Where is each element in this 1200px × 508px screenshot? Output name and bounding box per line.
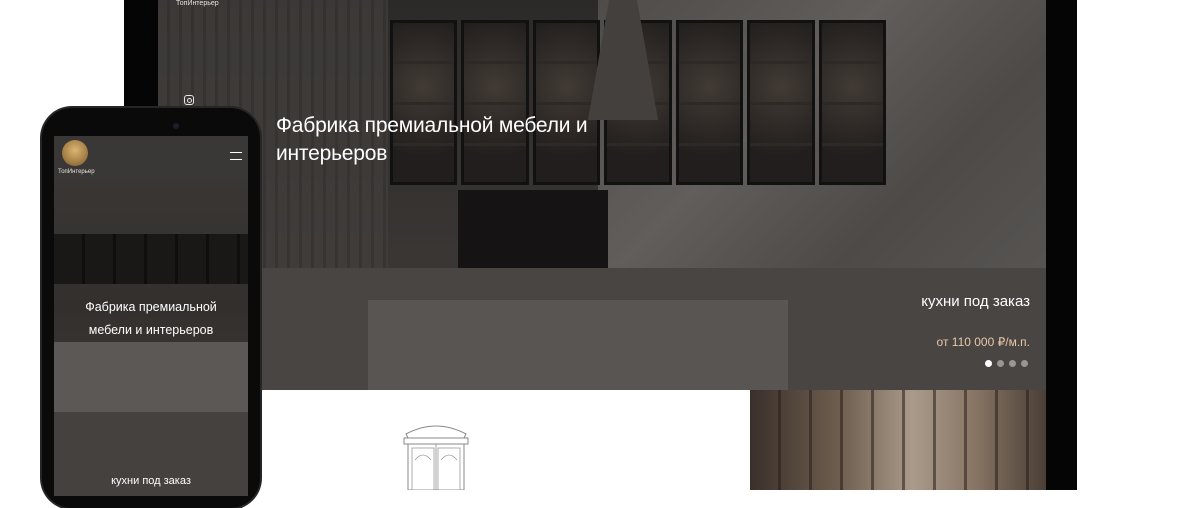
mobile-hero-title: Фабрика премиальной мебели и интерьеров	[85, 300, 217, 337]
slide-title[interactable]: кухни под заказ	[921, 293, 1030, 310]
slider-dot-2[interactable]	[997, 360, 1004, 367]
instagram-icon[interactable]	[184, 95, 194, 105]
phone-screen: ТопИнтерьер Фабрика премиальной мебели и…	[54, 136, 248, 496]
desktop-screen: ТопИнтерьер Фабрика премиальной мебели и…	[158, 0, 1046, 490]
slider-dot-1[interactable]	[985, 360, 992, 367]
site-logo[interactable]: ТопИнтерьер	[176, 0, 219, 7]
phone-camera-icon	[173, 123, 179, 129]
mobile-slide-title[interactable]: кухни под заказ	[54, 475, 248, 487]
phone-mockup: ТопИнтерьер Фабрика премиальной мебели и…	[42, 108, 260, 508]
slider-dot-3[interactable]	[1009, 360, 1016, 367]
hamburger-menu-icon[interactable]	[230, 152, 242, 160]
hero-section: ТопИнтерьер Фабрика премиальной мебели и…	[158, 0, 1046, 390]
hero-overlay	[158, 0, 1046, 390]
slide-price: от 110 000 ₽/м.п.	[936, 335, 1030, 349]
mobile-header: ТопИнтерьер	[54, 136, 248, 182]
hero-title: Фабрика премиальной мебели и интерьеров	[276, 114, 588, 165]
interior-photo[interactable]	[750, 390, 1046, 490]
mobile-hero-section: Фабрика премиальной мебели и интерьеров …	[54, 182, 248, 496]
slider-pagination	[985, 360, 1028, 367]
tree-logo-icon[interactable]	[62, 140, 88, 166]
slider-dot-4[interactable]	[1021, 360, 1028, 367]
desktop-mockup: ТопИнтерьер Фабрика премиальной мебели и…	[124, 0, 1077, 490]
wardrobe-sketch-image[interactable]	[398, 420, 474, 490]
mobile-logo-text[interactable]: ТопИнтерьер	[58, 169, 95, 175]
